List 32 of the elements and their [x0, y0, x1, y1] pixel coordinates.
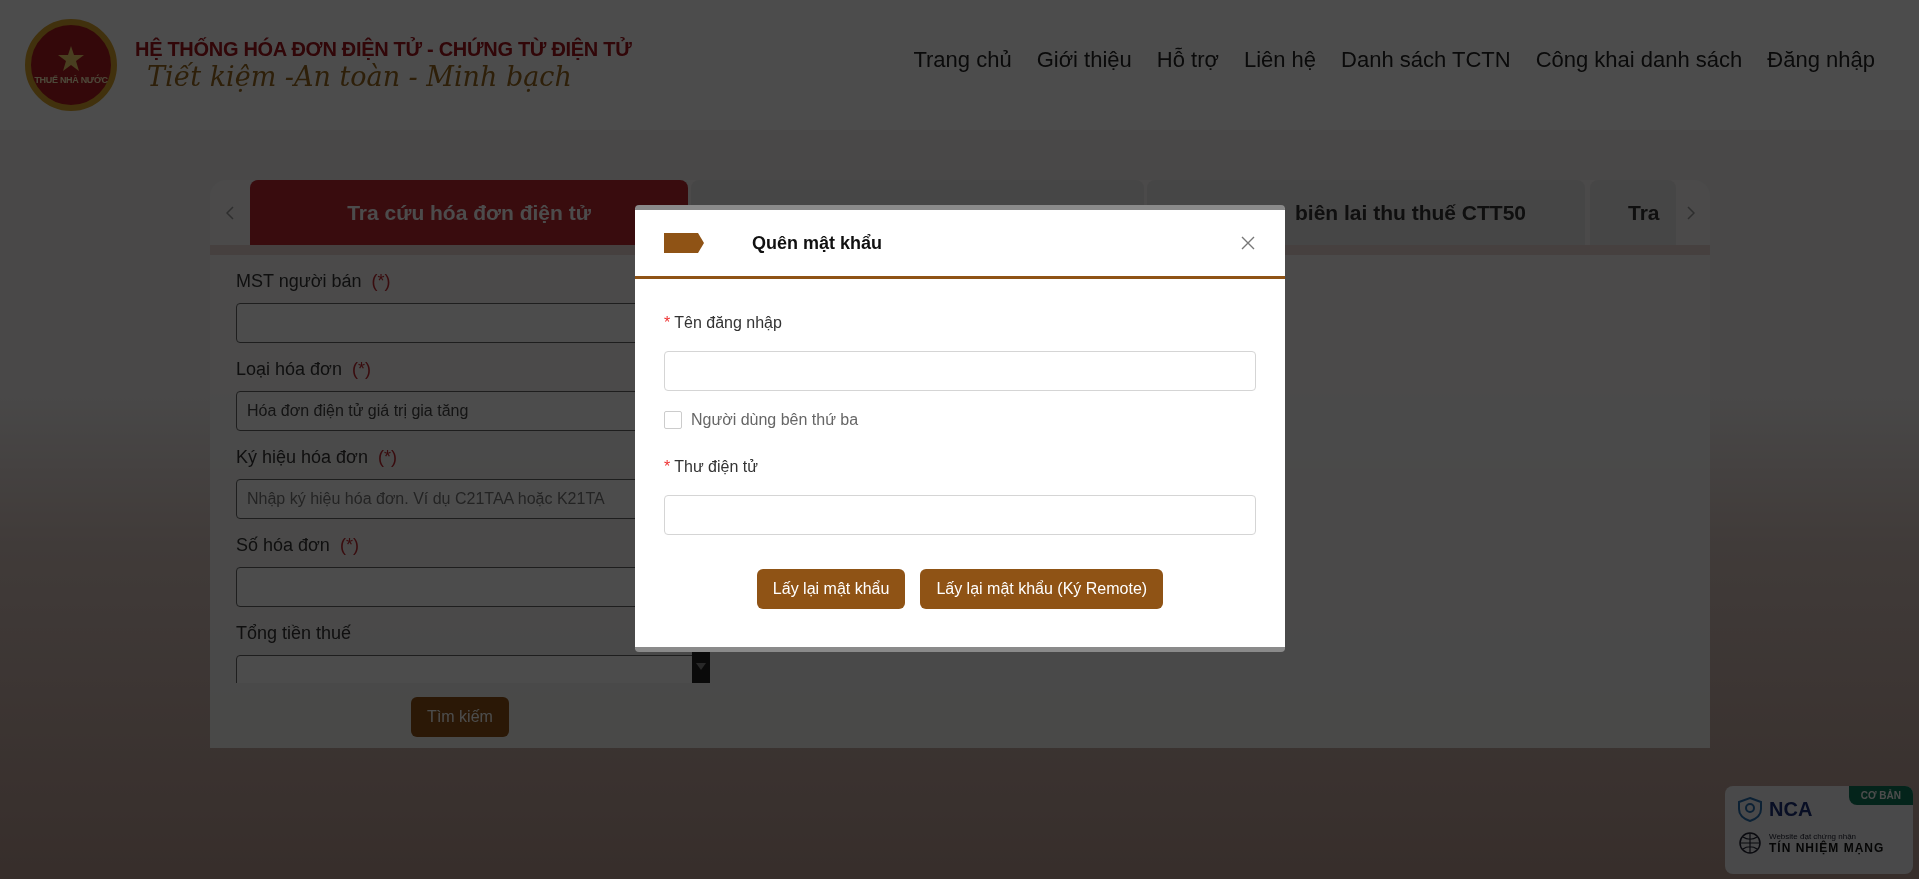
field-label: MST người bán	[236, 270, 362, 292]
site-slogan: Tiết kiệm -An toàn - Minh bạch	[147, 61, 573, 92]
field-label: Tên đăng nhập	[674, 314, 782, 332]
required-mark: (*)	[339, 534, 359, 556]
required-mark: *	[664, 314, 671, 332]
required-mark: (*)	[377, 446, 397, 468]
checkbox-label: Người dùng bên thứ ba	[691, 411, 859, 429]
recover-password-button[interactable]: Lấy lại mật khẩu	[756, 569, 906, 609]
field-label: Loại hóa đơn	[236, 358, 342, 380]
checkbox[interactable]	[664, 411, 682, 429]
recover-password-button[interactable]: Lấy lại mật khẩu (Ký Remote)	[920, 569, 1164, 609]
field-label: Ký hiệu hóa đơn	[236, 446, 368, 468]
input-field[interactable]	[664, 495, 1256, 535]
field-label: Thư điện tử	[674, 458, 758, 476]
field-label: Số hóa đơn	[236, 534, 330, 556]
required-mark: (*)	[371, 270, 391, 292]
tag-icon	[664, 233, 704, 253]
nav-link[interactable]: Trang chủ	[913, 47, 1012, 73]
nav-link[interactable]: Giới thiệu	[1036, 47, 1132, 73]
required-mark: *	[664, 458, 671, 476]
modal-title: Quên mật khẩu	[752, 232, 883, 254]
nav-link[interactable]: Công khai danh sách	[1535, 47, 1743, 73]
field-label: Tổng tiền thuế	[236, 622, 352, 644]
site-title: HỆ THỐNG HÓA ĐƠN ĐIỆN TỬ - CHỨNG TỪ ĐIỆN TỬ	[135, 38, 632, 61]
nav-link[interactable]: Đăng nhập	[1767, 47, 1875, 73]
badge-title: TÍN NHIỆM MẠNG	[1769, 840, 1885, 855]
input-field[interactable]	[664, 351, 1256, 391]
badge-brand: NCA	[1769, 797, 1813, 821]
logo-text: THUẾ NHÀ NƯỚC	[34, 74, 108, 85]
required-mark: (*)	[351, 358, 371, 380]
nav-link[interactable]: Liên hệ	[1243, 47, 1317, 73]
nav-link[interactable]: Hỗ trợ	[1156, 47, 1219, 73]
